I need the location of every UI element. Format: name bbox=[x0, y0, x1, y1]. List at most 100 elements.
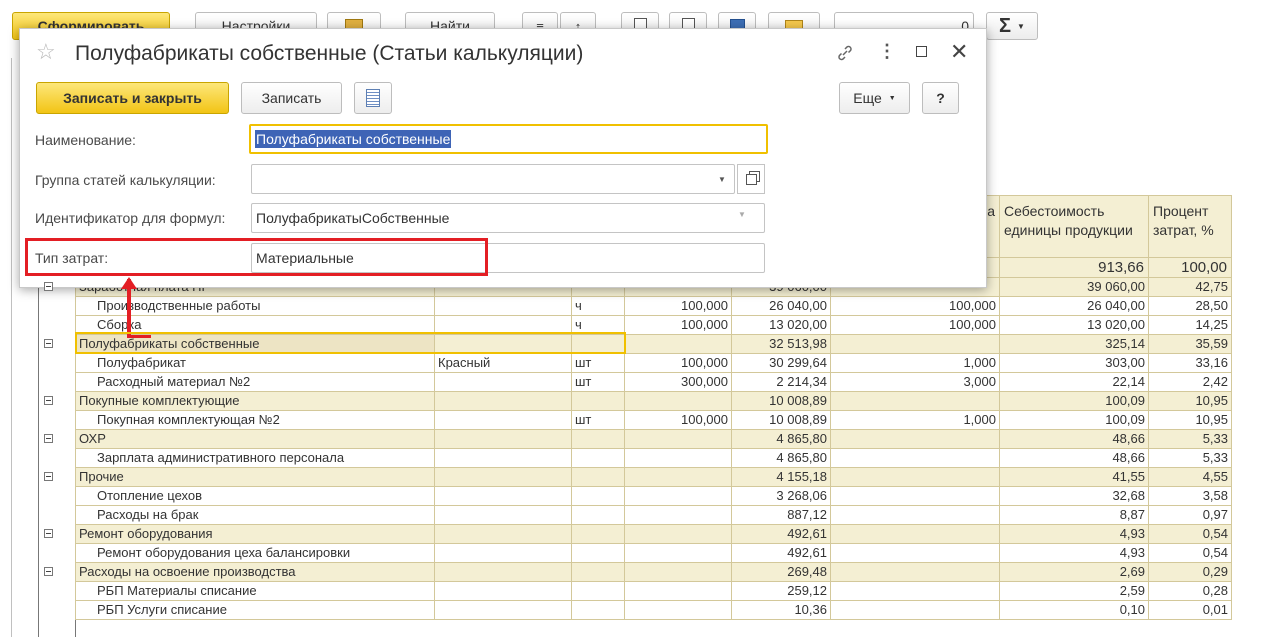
cell-unit bbox=[571, 581, 625, 601]
cell-char bbox=[434, 543, 572, 563]
cell-percent: 35,59 bbox=[1148, 334, 1232, 354]
table-group-row[interactable]: Ремонт оборудования 492,61 4,93 0,54 bbox=[75, 524, 1232, 544]
cell-name: РБП Материалы списание bbox=[75, 581, 435, 601]
cell-unit bbox=[571, 524, 625, 544]
cell-unit-cost: 48,66 bbox=[999, 429, 1149, 449]
cell-char bbox=[434, 486, 572, 506]
collapse-group-icon[interactable] bbox=[44, 339, 53, 348]
cell-percent: 10,95 bbox=[1148, 391, 1232, 411]
cell-unit-cost: 32,68 bbox=[999, 486, 1149, 506]
open-window-icon bbox=[745, 173, 757, 185]
cell-norm bbox=[830, 543, 1000, 563]
cell-percent: 2,42 bbox=[1148, 372, 1232, 392]
table-row[interactable]: РБП Услуги списание 10,36 0,10 0,01 bbox=[75, 600, 1232, 620]
cell-norm bbox=[830, 391, 1000, 411]
more-button[interactable]: Еще ▼ bbox=[839, 82, 910, 114]
cell-unit bbox=[571, 448, 625, 468]
total-unit-cost: 913,66 bbox=[999, 257, 1149, 278]
sum-mode-button[interactable]: Σ ▼ bbox=[986, 12, 1038, 40]
cell-qty bbox=[624, 334, 732, 354]
cell-unit bbox=[571, 486, 625, 506]
cell-percent: 14,25 bbox=[1148, 315, 1232, 335]
help-button[interactable]: ? bbox=[922, 82, 959, 114]
table-group-row[interactable]: ОХР 4 865,80 48,66 5,33 bbox=[75, 429, 1232, 449]
cell-char bbox=[434, 600, 572, 620]
cell-qty: 100,000 bbox=[624, 410, 732, 430]
cell-norm bbox=[830, 600, 1000, 620]
table-row[interactable]: Производственные работы ч 100,000 26 040,00… bbox=[75, 296, 1232, 316]
annotation-arrowhead bbox=[121, 277, 137, 289]
table-row[interactable]: Расходы на брак 887,12 8,87 0,97 bbox=[75, 505, 1232, 525]
sigma-icon: Σ bbox=[999, 14, 1012, 37]
cell-unit: шт bbox=[571, 372, 625, 392]
cell-name: Ремонт оборудования цеха балансировки bbox=[75, 543, 435, 563]
cell-qty bbox=[624, 448, 732, 468]
cell-unit: ч bbox=[571, 315, 625, 335]
favorite-star-icon[interactable]: ☆ bbox=[36, 39, 56, 65]
name-field[interactable]: Полуфабрикаты собственные bbox=[249, 124, 768, 154]
group-dropdown-button[interactable]: ▼ bbox=[710, 165, 734, 193]
cell-qty: 300,000 bbox=[624, 372, 732, 392]
table-group-row[interactable]: Расходы на освоение производства 269,48 2,… bbox=[75, 562, 1232, 582]
table-group-row[interactable]: Покупные комплектующие 10 008,89 100,09 10,… bbox=[75, 391, 1232, 411]
maximize-icon[interactable] bbox=[916, 46, 927, 57]
cell-unit bbox=[571, 391, 625, 411]
formula-dropdown-icon[interactable]: ▼ bbox=[738, 210, 746, 219]
cell-char bbox=[434, 334, 572, 354]
collapse-group-icon[interactable] bbox=[44, 396, 53, 405]
cell-sum: 269,48 bbox=[731, 562, 831, 582]
cell-unit-cost: 303,00 bbox=[999, 353, 1149, 373]
formula-id-field[interactable]: ПолуфабрикатыСобственные bbox=[251, 203, 765, 233]
total-percent: 100,00 bbox=[1148, 257, 1232, 278]
table-row[interactable]: Ремонт оборудования цеха балансировки 492… bbox=[75, 543, 1232, 563]
group-field[interactable] bbox=[251, 164, 735, 194]
close-icon[interactable]: ✕ bbox=[950, 39, 968, 65]
open-group-button[interactable] bbox=[737, 164, 765, 194]
cell-percent: 5,33 bbox=[1148, 448, 1232, 468]
report-list-button[interactable] bbox=[354, 82, 392, 114]
table-row[interactable]: Отопление цехов 3 268,06 32,68 3,58 bbox=[75, 486, 1232, 506]
more-actions-icon[interactable]: ⋮ bbox=[878, 41, 896, 62]
save-button[interactable]: Записать bbox=[241, 82, 342, 114]
cell-name: ОХР bbox=[75, 429, 435, 449]
chevron-down-icon: ▼ bbox=[1017, 21, 1025, 31]
table-row[interactable]: Зарплата административного персонала 4 86… bbox=[75, 448, 1232, 468]
cell-percent: 10,95 bbox=[1148, 410, 1232, 430]
table-row[interactable]: Полуфабрикат Красный шт 100,000 30 299,64 1,0… bbox=[75, 353, 1232, 373]
collapse-group-icon[interactable] bbox=[44, 567, 53, 576]
cell-norm bbox=[830, 524, 1000, 544]
table-row[interactable]: РБП Материалы списание 259,12 2,59 0,28 bbox=[75, 581, 1232, 601]
cell-sum: 492,61 bbox=[731, 524, 831, 544]
link-icon[interactable] bbox=[836, 44, 854, 67]
group-label: Группа статей калькуляции: bbox=[35, 172, 216, 188]
cell-name: Прочие bbox=[75, 467, 435, 487]
table-group-row[interactable]: Полуфабрикаты собственные 32 513,98 325,14… bbox=[75, 334, 1232, 354]
cell-char bbox=[434, 296, 572, 316]
cell-sum: 10 008,89 bbox=[731, 410, 831, 430]
cell-qty bbox=[624, 467, 732, 487]
collapse-group-icon[interactable] bbox=[44, 282, 53, 291]
tree-outline bbox=[38, 280, 39, 637]
collapse-group-icon[interactable] bbox=[44, 529, 53, 538]
cell-sum: 30 299,64 bbox=[731, 353, 831, 373]
collapse-group-icon[interactable] bbox=[44, 434, 53, 443]
table-row[interactable]: Покупная комплектующая №2 шт 100,000 10 008… bbox=[75, 410, 1232, 430]
name-field-value: Полуфабрикаты собственные bbox=[255, 130, 452, 148]
cell-norm: 100,000 bbox=[830, 315, 1000, 335]
cell-name: Расходный материал №2 bbox=[75, 372, 435, 392]
chevron-down-icon: ▼ bbox=[888, 94, 896, 102]
table-group-row[interactable]: Прочие 4 155,18 41,55 4,55 bbox=[75, 467, 1232, 487]
table-row[interactable]: Сборка ч 100,000 13 020,00 100,000 13 020,00 1… bbox=[75, 315, 1232, 335]
cell-sum: 2 214,34 bbox=[731, 372, 831, 392]
cost-type-highlight-box bbox=[25, 238, 488, 276]
cell-unit-cost: 100,09 bbox=[999, 410, 1149, 430]
cell-unit bbox=[571, 600, 625, 620]
cell-percent: 0,01 bbox=[1148, 600, 1232, 620]
cell-norm: 1,000 bbox=[830, 410, 1000, 430]
save-and-close-button[interactable]: Записать и закрыть bbox=[36, 82, 229, 114]
cell-norm: 100,000 bbox=[830, 296, 1000, 316]
table-row[interactable]: Расходный материал №2 шт 300,000 2 214,34 3,… bbox=[75, 372, 1232, 392]
cell-name: Отопление цехов bbox=[75, 486, 435, 506]
cell-name: Покупные комплектующие bbox=[75, 391, 435, 411]
collapse-group-icon[interactable] bbox=[44, 472, 53, 481]
